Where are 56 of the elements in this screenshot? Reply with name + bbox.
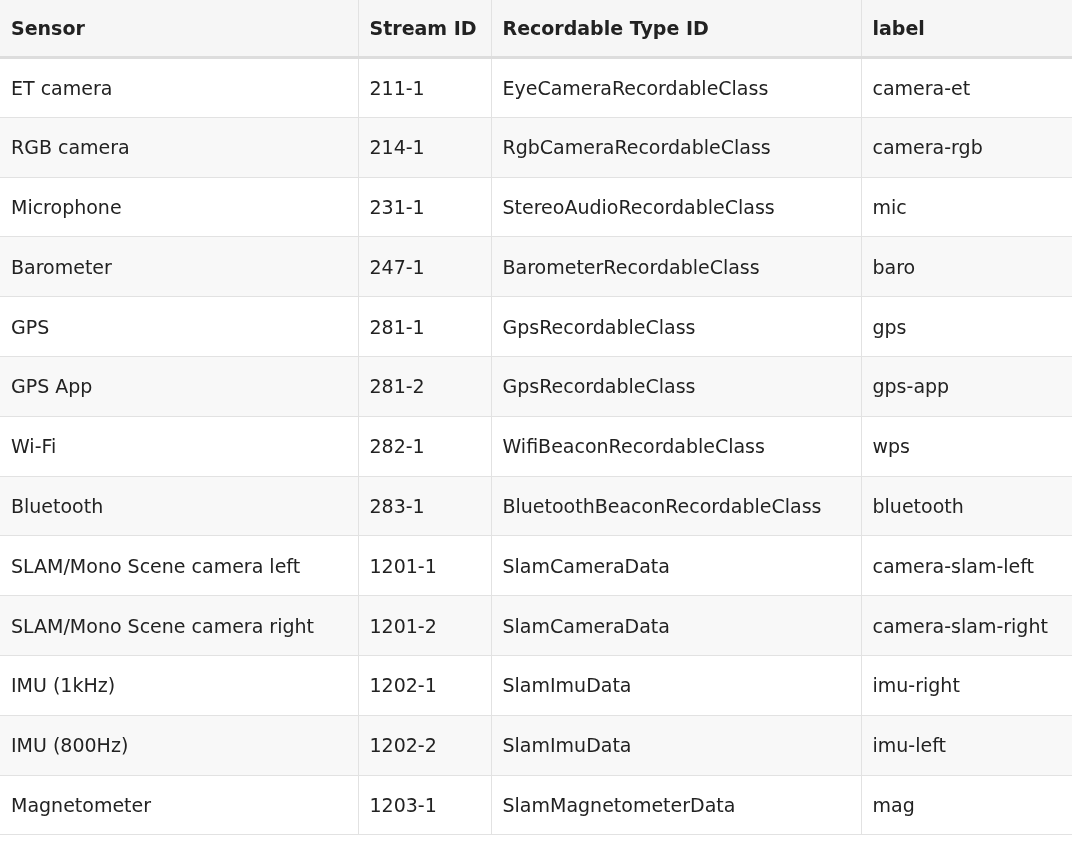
- table-cell: mic: [861, 177, 1072, 237]
- table-cell: 283-1: [358, 476, 491, 536]
- table-cell: 1203-1: [358, 775, 491, 835]
- table-cell: SLAM/Mono Scene camera left: [0, 535, 358, 596]
- table-cell: SlamImuData: [491, 715, 861, 776]
- column-header: label: [861, 0, 1072, 58]
- table-cell: RgbCameraRecordableClass: [491, 117, 861, 178]
- table-cell: WifiBeaconRecordableClass: [491, 416, 861, 477]
- table-cell: BluetoothBeaconRecordableClass: [491, 476, 861, 536]
- table-cell: SlamCameraData: [491, 535, 861, 596]
- table-cell: 1201-1: [358, 535, 491, 596]
- table-cell: SLAM/Mono Scene camera right: [0, 595, 358, 656]
- table-cell: GpsRecordableClass: [491, 296, 861, 357]
- table-cell: 282-1: [358, 416, 491, 477]
- table-cell: 1201-2: [358, 595, 491, 656]
- table-cell: bluetooth: [861, 476, 1072, 536]
- table-cell: IMU (1kHz): [0, 655, 358, 716]
- table-cell: 1202-1: [358, 655, 491, 716]
- table-cell: ET camera: [0, 57, 358, 118]
- table-cell: 214-1: [358, 117, 491, 178]
- table-cell: GPS: [0, 296, 358, 357]
- table-cell: 281-2: [358, 356, 491, 417]
- table-cell: SlamImuData: [491, 655, 861, 716]
- table-cell: SlamCameraData: [491, 595, 861, 656]
- table-cell: camera-rgb: [861, 117, 1072, 178]
- table-cell: baro: [861, 236, 1072, 297]
- table-cell: 247-1: [358, 236, 491, 297]
- table-cell: mag: [861, 775, 1072, 835]
- table-cell: wps: [861, 416, 1072, 477]
- table-cell: BarometerRecordableClass: [491, 236, 861, 297]
- table-cell: 281-1: [358, 296, 491, 357]
- table-cell: 211-1: [358, 57, 491, 118]
- table-cell: EyeCameraRecordableClass: [491, 57, 861, 118]
- table-cell: camera-slam-left: [861, 535, 1072, 596]
- table-cell: SlamMagnetometerData: [491, 775, 861, 835]
- table-cell: 231-1: [358, 177, 491, 237]
- table-cell: camera-slam-right: [861, 595, 1072, 656]
- table-cell: StereoAudioRecordableClass: [491, 177, 861, 237]
- table-cell: Barometer: [0, 236, 358, 297]
- column-header: Sensor: [0, 0, 358, 58]
- table-cell: imu-right: [861, 655, 1072, 716]
- table-cell: camera-et: [861, 57, 1072, 118]
- table-cell: Bluetooth: [0, 476, 358, 536]
- table-cell: IMU (800Hz): [0, 715, 358, 776]
- table-cell: 1202-2: [358, 715, 491, 776]
- table-cell: Wi-Fi: [0, 416, 358, 477]
- column-header: Stream ID: [358, 0, 491, 58]
- table-cell: imu-left: [861, 715, 1072, 776]
- column-header: Recordable Type ID: [491, 0, 861, 58]
- table-cell: gps: [861, 296, 1072, 357]
- table-cell: Microphone: [0, 177, 358, 237]
- table-cell: gps-app: [861, 356, 1072, 417]
- table-cell: RGB camera: [0, 117, 358, 178]
- table-cell: Magnetometer: [0, 775, 358, 835]
- table-cell: GPS App: [0, 356, 358, 417]
- table-cell: GpsRecordableClass: [491, 356, 861, 417]
